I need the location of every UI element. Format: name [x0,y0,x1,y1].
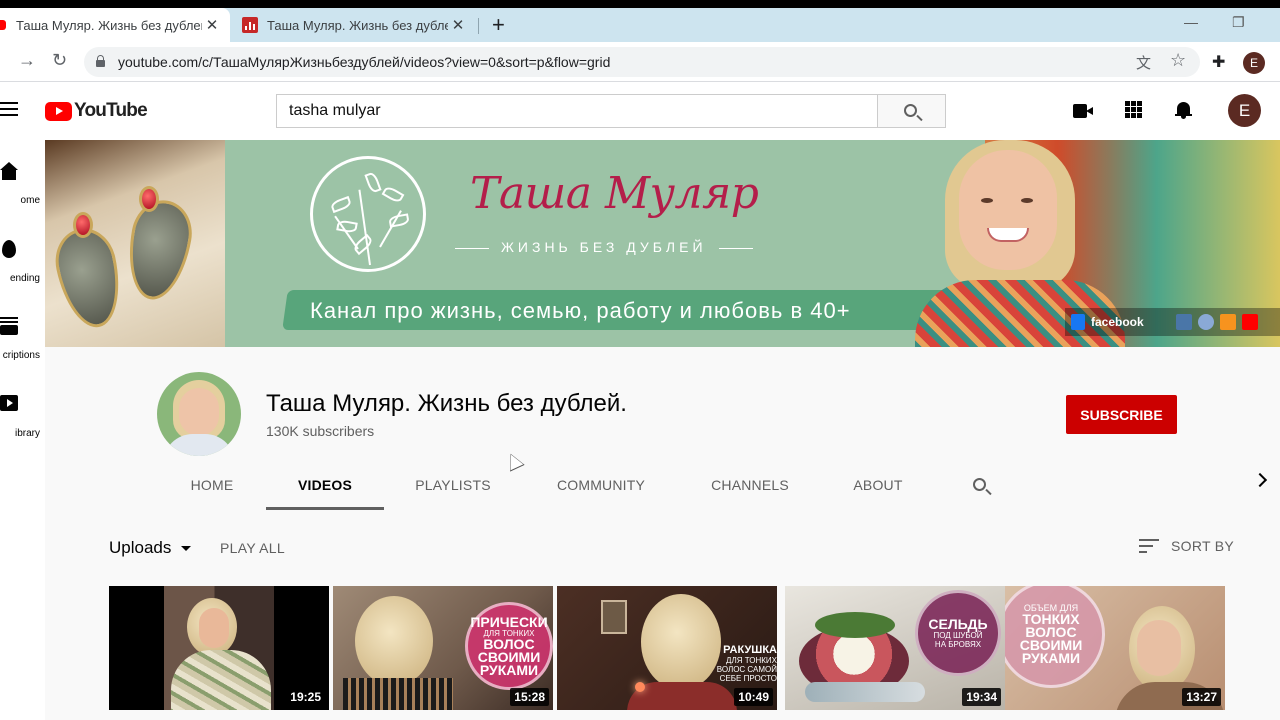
browser-tab-inactive[interactable]: Таша Муляр. Жизнь без дублей ✕ [232,8,476,42]
sort-by-label: SORT BY [1171,538,1235,554]
account-avatar[interactable]: E [1228,94,1261,127]
browser-tab-active[interactable]: Таша Муляр. Жизнь без дублей ✕ [0,8,230,42]
banner-social-links: facebook [1065,308,1280,336]
guide-item-label: ibrary [14,428,40,439]
video-thumbnail[interactable]: ОБЪЕМ ДЛЯ ТОНКИХ ВОЛОС СВОИМИ РУКАМИ 13:… [1005,586,1225,710]
reload-button[interactable]: ↻ [52,50,67,71]
apps-grid-icon[interactable] [1125,101,1142,118]
new-tab-button[interactable]: + [492,12,505,38]
uploads-dropdown[interactable]: Uploads [109,538,192,558]
tab-close-icon[interactable]: ✕ [202,16,222,34]
window-restore-button[interactable]: ❐ [1232,14,1245,31]
video-duration: 15:28 [510,688,549,706]
video-duration: 19:25 [286,688,325,706]
tab-title: Таша Муляр. Жизнь без дублей [16,17,202,33]
facebook-link-label[interactable]: facebook [1091,315,1144,329]
chevron-right-icon[interactable] [1252,472,1268,488]
subscriber-count: 130K subscribers [266,423,375,439]
video-title-overlay: ПРИЧЕСКИ ДЛЯ ТОНКИХ ВОЛОС СВОИМИ РУКАМИ [465,602,553,690]
channel-name: Таша Муляр. Жизнь без дублей. [266,390,627,417]
notifications-bell-icon[interactable] [1175,101,1192,119]
guide-item-label: criptions [2,350,40,361]
address-bar[interactable]: youtube.com/c/ТашаМулярЖизньбездублей/vi… [84,47,1200,77]
tab-title: Таша Муляр. Жизнь без дублей [267,17,448,33]
video-title-overlay: ОБЪЕМ ДЛЯ ТОНКИХ ВОЛОС СВОИМИ РУКАМИ [1005,586,1105,688]
website-globe-icon[interactable] [1197,314,1214,330]
guide-item-subscriptions[interactable]: criptions [0,295,45,365]
browser-tab-strip: Таша Муляр. Жизнь без дублей ✕ Таша Муля… [0,8,1280,42]
extensions-icon[interactable]: ✚ [1212,52,1225,72]
tab-about[interactable]: ABOUT [835,460,921,510]
video-title-overlay: СЕЛЬДЬ ПОД ШУБОЙ НА БРОВЯХ [915,590,1001,676]
browser-toolbar: → ↻ youtube.com/c/ТашаМулярЖизньбездубле… [0,42,1280,82]
red-gem-image [73,212,93,238]
red-gem-image [139,186,159,212]
logo-text: YouTube [74,100,148,121]
analytics-favicon-icon [242,17,258,33]
search-icon [904,104,917,117]
sort-icon [1139,539,1159,553]
video-thumbnail[interactable]: СЕЛЬДЬ ПОД ШУБОЙ НА БРОВЯХ 19:34 [785,586,1005,710]
caret-down-icon [181,545,192,551]
tab-close-icon[interactable]: ✕ [448,16,468,34]
channel-search-icon[interactable] [973,478,986,491]
guide-item-library[interactable]: ibrary [0,373,45,443]
guide-item-label: ending [9,273,40,284]
tab-playlists[interactable]: PLAYLISTS [397,460,509,510]
screen-top-edge [0,0,1280,8]
guide-item-trending[interactable]: ending [0,218,45,288]
banner-tagline: Канал про жизнь, семью, работу и любовь … [310,298,851,323]
window-minimize-button[interactable]: — [1184,14,1198,30]
odnoklassniki-icon[interactable] [1219,314,1236,330]
tab-community[interactable]: COMMUNITY [541,460,661,510]
guide-item-home[interactable]: ome [0,140,45,210]
forward-button[interactable]: → [18,50,36,71]
facebook-icon[interactable] [1071,314,1085,330]
video-duration: 13:27 [1182,688,1221,706]
channel-leaf-logo-icon [310,156,426,272]
banner-subtitle: ЖИЗНЬ БЕЗ ДУБЛЕЙ [443,239,765,255]
channel-tabs: HOME VIDEOS PLAYLISTS COMMUNITY CHANNELS… [45,460,1280,510]
home-icon [0,162,18,180]
flame-icon [2,240,16,258]
subscriptions-icon [0,317,18,335]
menu-icon[interactable] [0,102,18,116]
video-thumbnail[interactable]: РАКУШКА ДЛЯ ТОНКИХ ВОЛОС САМОЙ СЕБЕ ПРОС… [557,586,777,710]
youtube-play-icon [45,101,72,121]
lock-icon [96,55,105,67]
videos-section: Uploads PLAY ALL SORT BY 19:25 ПРИЧЕСКИ … [45,510,1280,720]
library-icon [0,395,18,413]
translate-icon[interactable]: 文 [1136,52,1151,73]
video-duration: 10:49 [734,688,773,706]
youtube-masthead: YouTube [0,82,1280,140]
create-video-icon[interactable] [1073,104,1093,118]
sort-by-button[interactable]: SORT BY [1139,538,1234,554]
channel-avatar[interactable] [157,372,241,456]
vk-icon[interactable] [1175,314,1192,330]
bookmark-star-icon[interactable]: ☆ [1170,50,1186,71]
search-button[interactable] [877,94,946,128]
uploads-label: Uploads [109,538,172,557]
video-thumbnail[interactable]: 19:25 [109,586,329,710]
video-thumbnail[interactable]: ПРИЧЕСКИ ДЛЯ ТОНКИХ ВОЛОС СВОИМИ РУКАМИ … [333,586,553,710]
video-duration: 19:34 [962,688,1001,706]
tab-home[interactable]: HOME [170,460,254,510]
youtube-social-icon[interactable] [1241,314,1258,330]
guide-sidebar: ome ending criptions ibrary [0,140,45,720]
youtube-logo[interactable]: YouTube [45,100,148,122]
browser-profile-avatar[interactable]: E [1243,52,1265,74]
tab-videos[interactable]: VIDEOS [266,460,384,510]
tab-channels[interactable]: CHANNELS [695,460,805,510]
youtube-favicon-icon [0,20,6,30]
banner-title: Таша Муляр [470,168,759,219]
search-input[interactable] [276,94,878,128]
tab-separator [478,18,479,34]
play-all-button[interactable]: PLAY ALL [220,540,285,556]
subscribe-button[interactable]: SUBSCRIBE [1066,395,1177,434]
url-text: youtube.com/c/ТашаМулярЖизньбездублей/vi… [118,54,611,70]
channel-banner: Таша Муляр ЖИЗНЬ БЕЗ ДУБЛЕЙ Канал про жи… [45,140,1280,347]
guide-item-label: ome [20,195,40,206]
